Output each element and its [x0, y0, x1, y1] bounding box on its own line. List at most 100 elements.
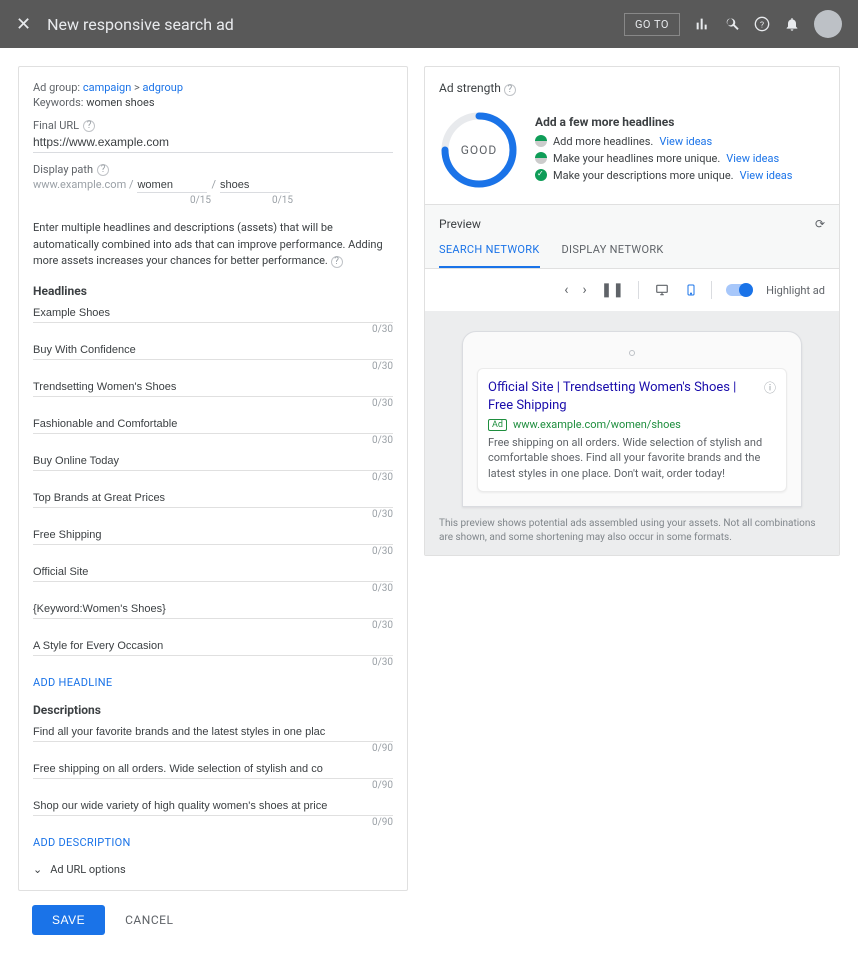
help-icon[interactable]: ? — [83, 120, 95, 132]
phone-frame: ⓘ Official Site | Trendsetting Women's S… — [462, 331, 802, 507]
headline-row: 0/30 — [33, 415, 393, 446]
help-icon[interactable]: ? — [754, 16, 770, 32]
ad-url-options-toggle[interactable]: ⌄ Ad URL options — [33, 863, 393, 876]
refresh-icon[interactable]: ⟳ — [815, 217, 825, 231]
headline-count: 0/30 — [33, 583, 393, 594]
headline-input[interactable] — [33, 378, 393, 397]
keywords-label: Keywords: — [33, 96, 83, 109]
mobile-icon[interactable] — [685, 282, 697, 298]
goto-button[interactable]: GO TO — [624, 13, 680, 36]
description-input[interactable] — [33, 797, 393, 816]
help-icon[interactable]: ? — [97, 164, 109, 176]
display-slash: / — [211, 178, 216, 191]
gauge-label: GOOD — [439, 110, 519, 190]
add-headline-button[interactable]: ADD HEADLINE — [33, 676, 112, 689]
strength-item: Make your descriptions more unique. View… — [535, 169, 792, 182]
description-row: 0/90 — [33, 797, 393, 828]
chevron-left-icon[interactable]: ‹ — [564, 282, 568, 298]
separator — [711, 281, 712, 299]
description-count: 0/90 — [33, 817, 393, 828]
headline-input[interactable] — [33, 526, 393, 545]
path2-input[interactable] — [220, 178, 290, 193]
description-count: 0/90 — [33, 743, 393, 754]
left-column: Ad group: campaign > adgroup Keywords: w… — [18, 66, 408, 935]
display-path-counts: 0/15 0/15 — [33, 195, 393, 206]
campaign-link[interactable]: campaign — [83, 81, 131, 94]
breadcrumb-sep: > — [134, 81, 140, 94]
tab-display-network[interactable]: DISPLAY NETWORK — [562, 243, 664, 268]
desktop-icon[interactable] — [653, 283, 671, 297]
close-icon[interactable]: ✕ — [16, 14, 31, 35]
explain-text: Enter multiple headlines and description… — [33, 220, 393, 270]
preview-title: Preview — [439, 217, 481, 231]
display-path-label: Display path ? — [33, 163, 393, 176]
headline-count: 0/30 — [33, 324, 393, 335]
wrench-icon[interactable] — [724, 16, 740, 32]
separator — [638, 281, 639, 299]
preview-toolbar: ‹ › ❚❚ Highlight ad — [425, 269, 839, 311]
description-row: 0/90 — [33, 760, 393, 791]
ad-url: www.example.com/women/shoes — [513, 418, 681, 431]
headline-input[interactable] — [33, 637, 393, 656]
bar-chart-icon[interactable] — [694, 16, 710, 32]
svg-text:?: ? — [760, 20, 764, 30]
headline-count: 0/30 — [33, 472, 393, 483]
display-base: www.example.com / — [33, 178, 133, 191]
headline-row: 0/30 — [33, 304, 393, 335]
headlines-list: 0/300/300/300/300/300/300/300/300/300/30 — [33, 304, 393, 668]
headline-row: 0/30 — [33, 489, 393, 520]
description-row: 0/90 — [33, 723, 393, 754]
info-icon[interactable]: ⓘ — [764, 379, 776, 396]
adgroup-row: Ad group: campaign > adgroup — [33, 81, 393, 94]
view-ideas-link[interactable]: View ideas — [740, 169, 793, 182]
headline-row: 0/30 — [33, 378, 393, 409]
bell-icon[interactable] — [784, 16, 800, 32]
headline-input[interactable] — [33, 489, 393, 508]
strength-text: Make your headlines more unique. — [553, 152, 720, 165]
headline-input[interactable] — [33, 452, 393, 471]
headline-count: 0/30 — [33, 435, 393, 446]
add-description-button[interactable]: ADD DESCRIPTION — [33, 836, 131, 849]
check-circle-icon — [535, 169, 547, 181]
cancel-button[interactable]: CANCEL — [125, 913, 173, 927]
adgroup-label: Ad group: — [33, 81, 80, 94]
description-input[interactable] — [33, 723, 393, 742]
strength-item: Make your headlines more unique. View id… — [535, 152, 792, 165]
preview-body: ⓘ Official Site | Trendsetting Women's S… — [425, 311, 839, 555]
path1-input[interactable] — [137, 178, 207, 193]
strength-gauge: GOOD — [439, 110, 519, 190]
pause-icon[interactable]: ❚❚ — [601, 282, 624, 298]
descriptions-list: 0/90 0/90 0/90 — [33, 723, 393, 828]
highlight-toggle[interactable] — [726, 284, 752, 296]
phone-speaker-icon — [629, 350, 635, 356]
chevron-right-icon[interactable]: › — [582, 282, 586, 298]
headline-input[interactable] — [33, 415, 393, 434]
preview-tabs: SEARCH NETWORK DISPLAY NETWORK — [425, 231, 839, 269]
help-icon[interactable]: ? — [504, 84, 516, 96]
help-icon[interactable]: ? — [331, 256, 343, 268]
page-title: New responsive search ad — [47, 15, 624, 34]
path2-count: 0/15 — [211, 195, 293, 206]
tab-search-network[interactable]: SEARCH NETWORK — [439, 243, 540, 268]
final-url-input[interactable] — [33, 132, 393, 153]
ad-badge: Ad — [488, 419, 507, 431]
headline-row: 0/30 — [33, 452, 393, 483]
view-ideas-link[interactable]: View ideas — [726, 152, 779, 165]
strength-list: Add a few more headlines Add more headli… — [535, 115, 792, 186]
headline-input[interactable] — [33, 600, 393, 619]
headline-input[interactable] — [33, 563, 393, 582]
highlight-label: Highlight ad — [766, 284, 825, 297]
keywords-value: women shoes — [86, 96, 154, 109]
strength-heading: Add a few more headlines — [535, 115, 792, 129]
save-button[interactable]: SAVE — [32, 905, 105, 935]
adgroup-link[interactable]: adgroup — [143, 81, 184, 94]
headline-count: 0/30 — [33, 657, 393, 668]
description-input[interactable] — [33, 760, 393, 779]
avatar[interactable] — [814, 10, 842, 38]
headline-input[interactable] — [33, 304, 393, 323]
chevron-down-icon: ⌄ — [33, 863, 42, 876]
ad-card: ⓘ Official Site | Trendsetting Women's S… — [477, 368, 787, 492]
headline-input[interactable] — [33, 341, 393, 360]
view-ideas-link[interactable]: View ideas — [659, 135, 712, 148]
headline-count: 0/30 — [33, 620, 393, 631]
